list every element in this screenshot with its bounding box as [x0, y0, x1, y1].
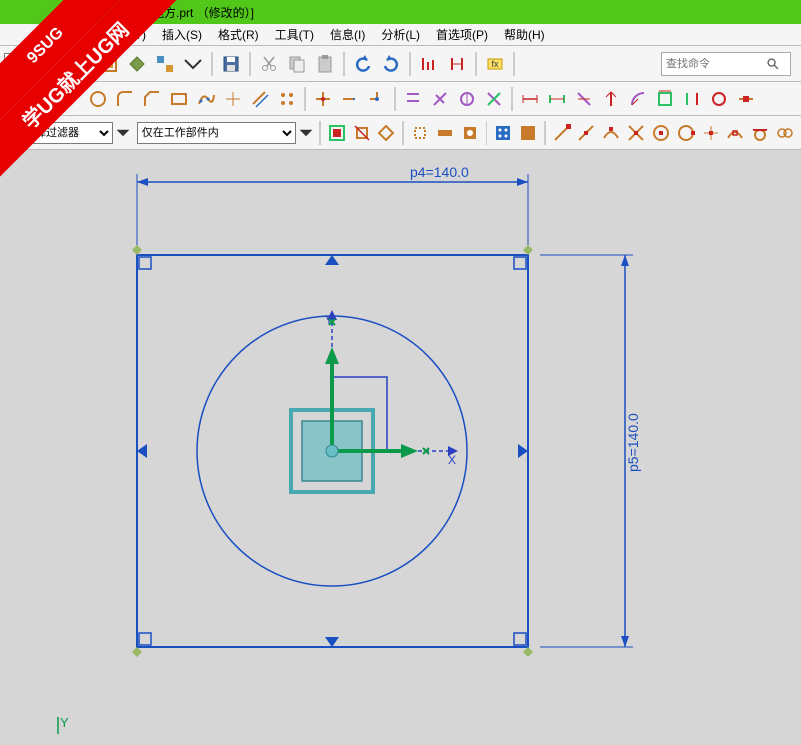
constraint1-icon[interactable]	[400, 86, 426, 112]
menu-analysis[interactable]: 分析(L)	[375, 24, 426, 45]
wcs-indicator: Y	[58, 715, 69, 734]
save-icon[interactable]	[218, 51, 244, 77]
constraint3-icon[interactable]	[454, 86, 480, 112]
titlebar: 圆地方.prt （修改的）]	[0, 0, 801, 24]
cut-icon[interactable]	[256, 51, 282, 77]
svg-text:fx: fx	[491, 59, 499, 69]
svg-text:p4=140.0: p4=140.0	[410, 164, 469, 180]
snap-exist-icon[interactable]	[699, 120, 723, 146]
selection-filter-select[interactable]: 有选择过滤器	[8, 122, 113, 144]
profile-icon[interactable]	[4, 86, 30, 112]
update-model-icon[interactable]	[152, 51, 178, 77]
scope-dropdown-icon[interactable]	[297, 120, 315, 146]
snap-intersect-icon[interactable]	[624, 120, 648, 146]
tool2-icon[interactable]	[444, 51, 470, 77]
snap-end-icon[interactable]	[550, 120, 574, 146]
svg-text:X: X	[448, 453, 456, 467]
search-input[interactable]	[666, 58, 766, 70]
tool1-icon[interactable]	[416, 51, 442, 77]
snap4-icon[interactable]	[491, 120, 515, 146]
snap1-icon[interactable]	[408, 120, 432, 146]
dim5-icon[interactable]	[625, 86, 651, 112]
offset-curve-icon[interactable]	[247, 86, 273, 112]
menu-format[interactable]: 格式(R)	[212, 24, 265, 45]
undo-icon[interactable]	[350, 51, 376, 77]
pattern-curve-icon[interactable]	[274, 86, 300, 112]
redo-icon[interactable]	[378, 51, 404, 77]
dim9-icon[interactable]	[733, 86, 759, 112]
dimension-top[interactable]: p4=140.0	[137, 164, 528, 252]
copy-icon[interactable]	[284, 51, 310, 77]
rectangle-icon[interactable]	[166, 86, 192, 112]
command-search[interactable]	[661, 52, 791, 76]
menu-help[interactable]: 帮助(H)	[498, 24, 551, 45]
dim1-icon[interactable]	[517, 86, 543, 112]
constraint4-icon[interactable]	[481, 86, 507, 112]
menu-insert[interactable]: 插入(S)	[156, 24, 208, 45]
snap-mid-icon[interactable]	[575, 120, 599, 146]
dim7-icon[interactable]	[679, 86, 705, 112]
dim2-icon[interactable]	[544, 86, 570, 112]
dim3-icon[interactable]	[571, 86, 597, 112]
fillet-icon[interactable]	[112, 86, 138, 112]
dim8-icon[interactable]	[706, 86, 732, 112]
dim4-icon[interactable]	[598, 86, 624, 112]
snap3-icon[interactable]	[458, 120, 482, 146]
circle-icon[interactable]	[85, 86, 111, 112]
sel3-icon[interactable]	[374, 120, 398, 146]
dimension-right[interactable]: p5=140.0	[540, 255, 641, 647]
window-title: 圆地方.prt （修改的）]	[140, 4, 254, 21]
snap2-icon[interactable]	[433, 120, 457, 146]
sketch-svg: p4=140.0 p5=140.0	[0, 152, 801, 740]
menu-tools[interactable]: 工具(T)	[269, 24, 320, 45]
main-toolbar: SKETCH_001 fx	[0, 46, 801, 82]
menu-preferences[interactable]: 首选项(P)	[430, 24, 494, 45]
quick-trim-icon[interactable]	[310, 86, 336, 112]
menu-view[interactable]: 视图(V)	[100, 24, 152, 45]
make-corner-icon[interactable]	[364, 86, 390, 112]
sketch-name-select[interactable]: SKETCH_001	[4, 53, 94, 75]
sketch-toolbar	[0, 82, 801, 116]
search-icon	[766, 57, 780, 71]
datum-csys[interactable]: Y X	[291, 310, 458, 492]
svg-text:p5=140.0: p5=140.0	[625, 413, 641, 472]
dim6-icon[interactable]	[652, 86, 678, 112]
express-icon[interactable]: fx	[482, 51, 508, 77]
studio-spline-icon[interactable]	[193, 86, 219, 112]
reattach-icon[interactable]	[124, 51, 150, 77]
point-icon[interactable]	[220, 86, 246, 112]
constraint2-icon[interactable]	[427, 86, 453, 112]
line-icon[interactable]	[31, 86, 57, 112]
snap-oncurve-icon[interactable]	[723, 120, 747, 146]
menubar: 视图(V) 插入(S) 格式(R) 工具(T) 信息(I) 分析(L) 首选项(…	[0, 24, 801, 46]
filter-dropdown-icon[interactable]	[114, 120, 132, 146]
quick-extend-icon[interactable]	[337, 86, 363, 112]
paste-icon[interactable]	[312, 51, 338, 77]
snap5-icon[interactable]	[516, 120, 540, 146]
menu-info[interactable]: 信息(I)	[324, 24, 371, 45]
sketch-canvas[interactable]: p4=140.0 p5=140.0	[0, 152, 801, 740]
snap-control-icon[interactable]	[599, 120, 623, 146]
chamfer-icon[interactable]	[139, 86, 165, 112]
snap-center-icon[interactable]	[649, 120, 673, 146]
dropdown-icon[interactable]	[180, 51, 206, 77]
sel2-icon[interactable]	[350, 120, 374, 146]
filter-toolbar: 有选择过滤器 仅在工作部件内	[0, 116, 801, 150]
snap-double-icon[interactable]	[773, 120, 797, 146]
arc-icon[interactable]	[58, 86, 84, 112]
sel1-icon[interactable]	[325, 120, 349, 146]
svg-text:Y: Y	[60, 715, 69, 730]
snap-quad-icon[interactable]	[674, 120, 698, 146]
snap-tangent-icon[interactable]	[748, 120, 772, 146]
orient-view-icon[interactable]	[96, 51, 122, 77]
selection-scope-select[interactable]: 仅在工作部件内	[137, 122, 296, 144]
